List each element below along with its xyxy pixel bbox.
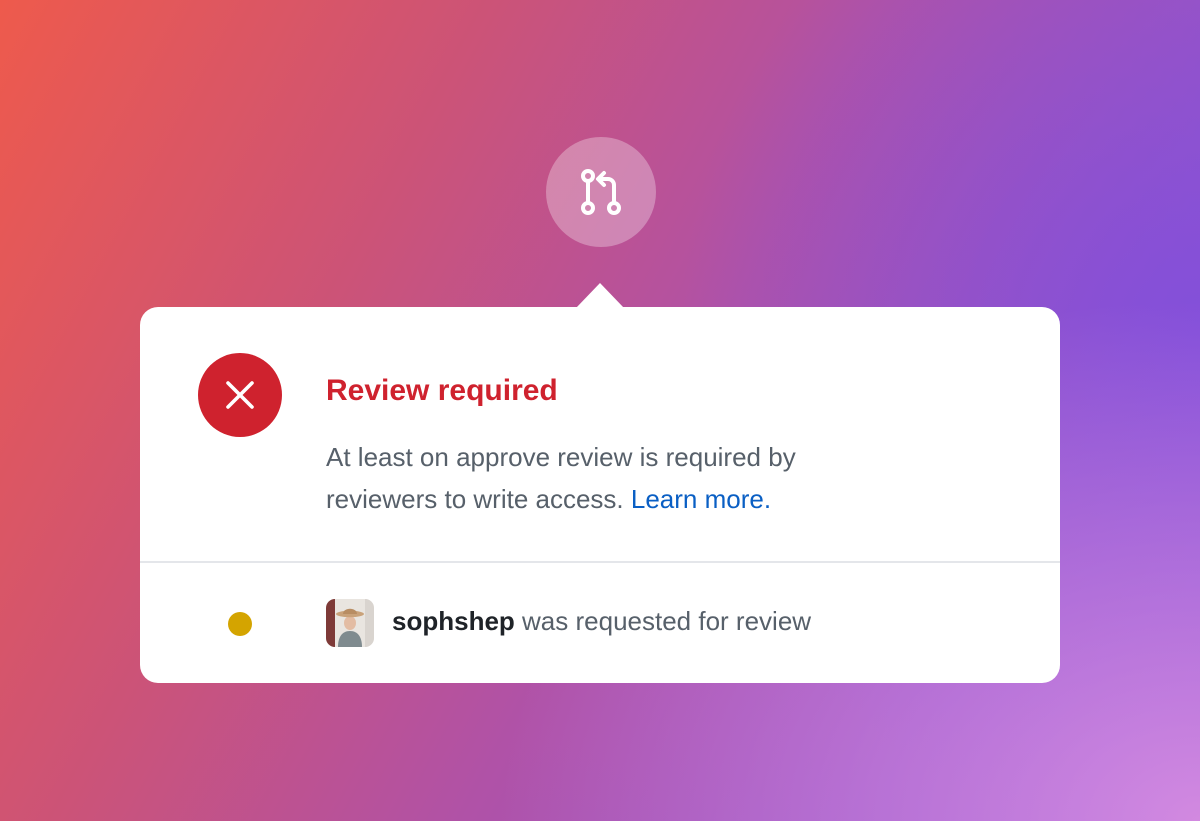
reviewer-status-text: was requested for review [522,606,812,636]
reviewer-request-line: sophshep was requested for review [392,604,811,638]
popover-pointer [576,283,624,308]
divider [140,561,1060,563]
review-status-card: Review required At least on approve revi… [140,307,1060,683]
pull-request-badge [546,137,656,247]
card-title: Review required [326,374,558,407]
learn-more-link[interactable]: Learn more. [631,484,771,514]
avatar[interactable] [326,599,374,647]
x-icon [226,381,254,409]
pending-status-dot [228,612,252,636]
card-description: At least on approve review is required b… [326,436,886,520]
reviewer-username[interactable]: sophshep [392,606,515,636]
git-pull-request-icon [581,169,621,215]
review-failed-status [198,353,282,437]
